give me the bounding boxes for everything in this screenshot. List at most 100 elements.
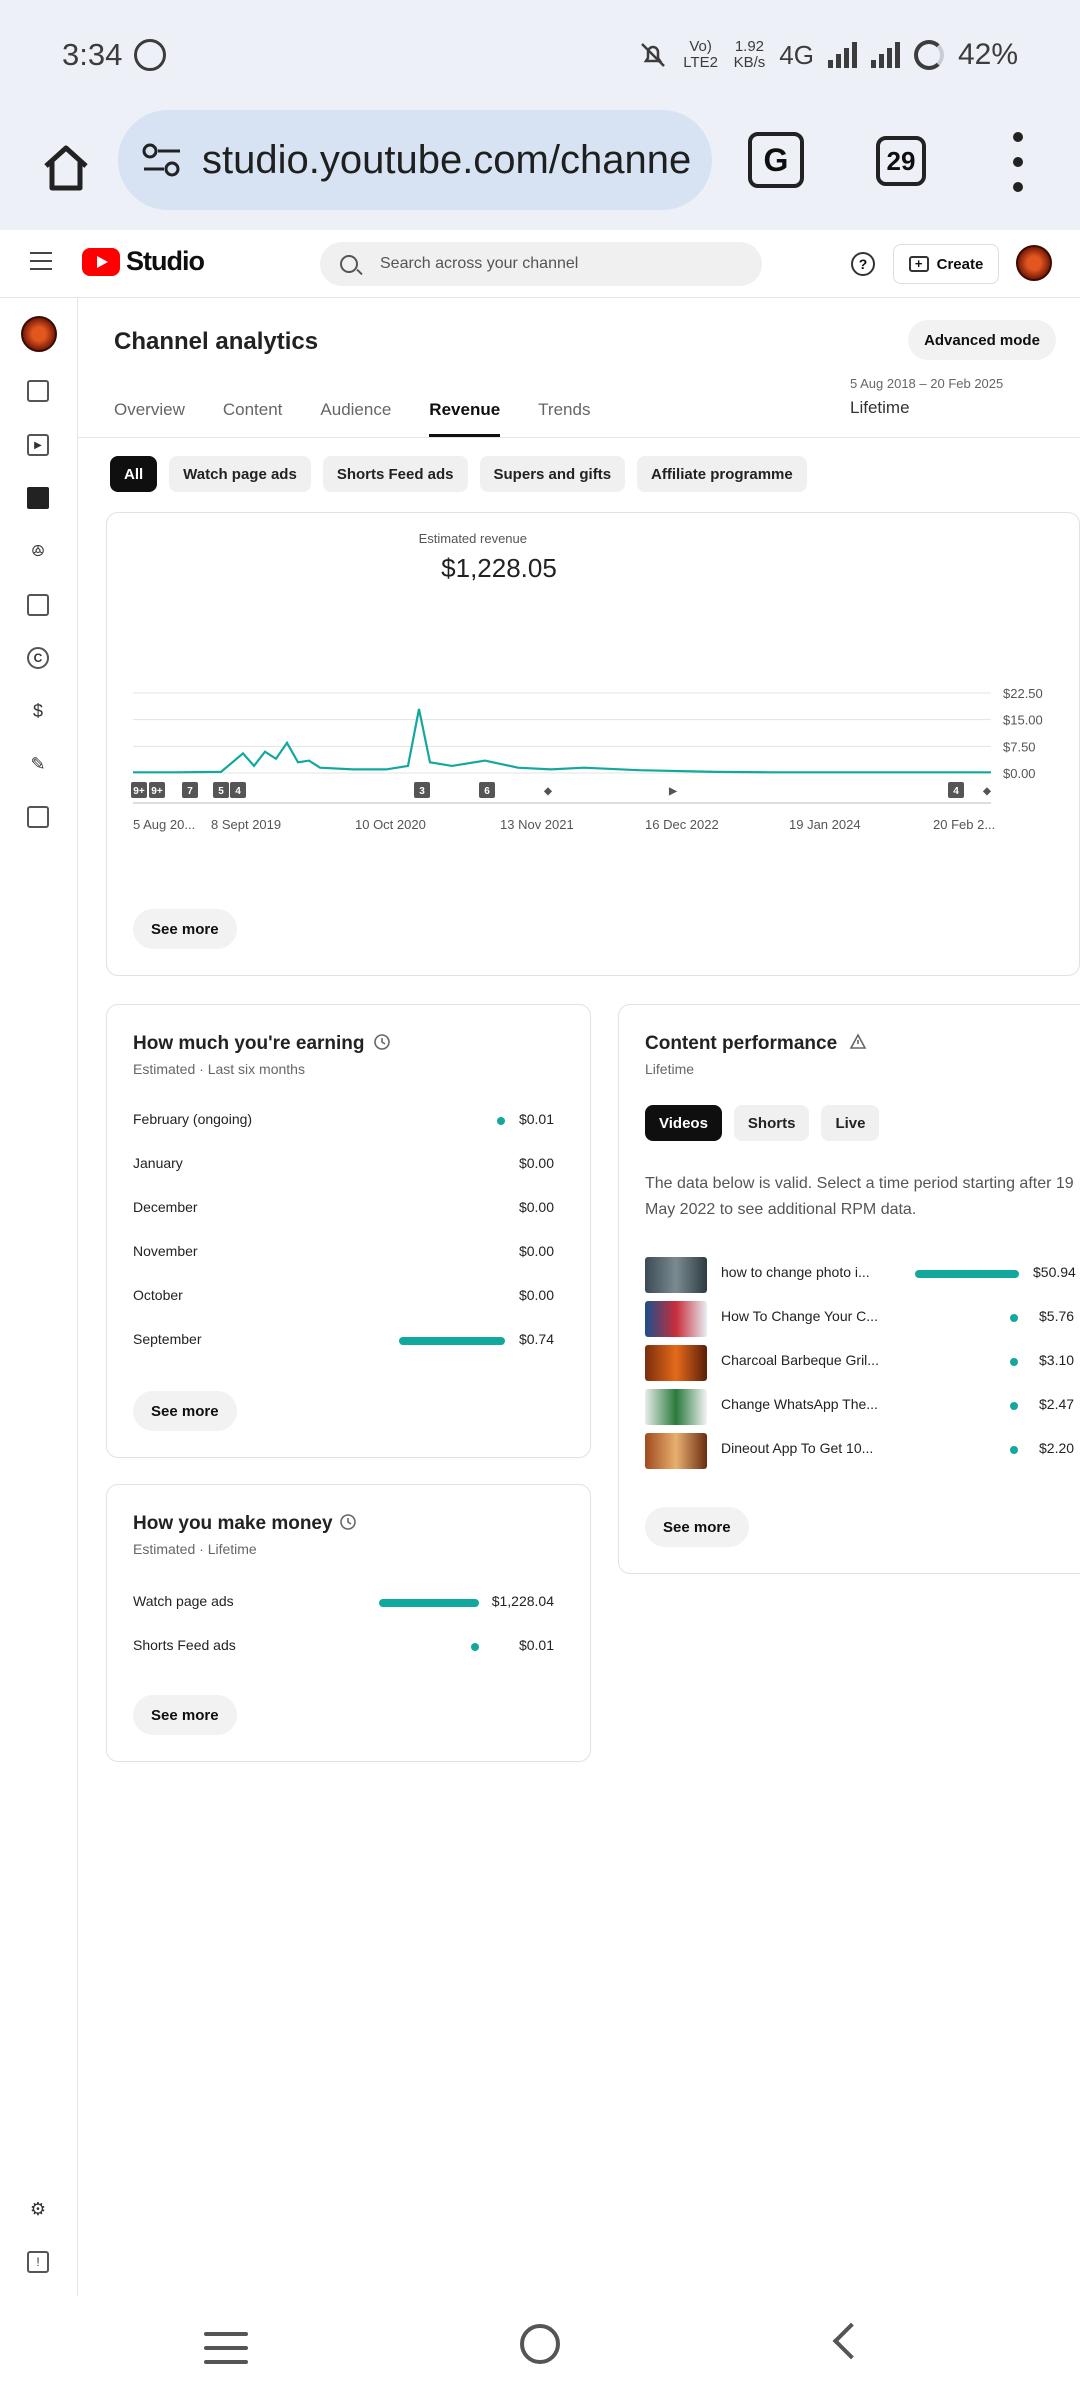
earning-value: $0.00	[518, 1243, 554, 1259]
chip-affiliate-programme[interactable]: Affiliate programme	[637, 456, 807, 492]
home-icon[interactable]	[36, 138, 96, 198]
content-icon[interactable]: ▶	[27, 434, 49, 456]
status-bar: 3:34 Vo) LTE2 1.92 KB/s 4G 42%	[0, 0, 1080, 110]
earning-dot	[497, 1117, 505, 1125]
copyright-icon[interactable]: C	[27, 647, 49, 669]
status-time: 3:34	[62, 37, 123, 72]
analytics-icon[interactable]	[27, 487, 49, 509]
timeline-marker[interactable]: 4	[948, 782, 964, 798]
browser-menu-icon[interactable]	[1010, 132, 1026, 192]
chip-shorts-feed-ads[interactable]: Shorts Feed ads	[322, 456, 468, 492]
whatsapp-icon	[134, 39, 167, 71]
info-icon[interactable]	[373, 1033, 391, 1051]
see-more-money-button[interactable]: See more	[133, 1695, 237, 1735]
site-settings-icon[interactable]	[140, 140, 184, 180]
svg-text:7: 7	[187, 786, 193, 797]
channel-avatar[interactable]	[21, 316, 57, 352]
earning-card: How much you're earning Estimated · Last…	[106, 1004, 591, 1458]
y-tick-label: $0.00	[1003, 766, 1036, 781]
content-dot	[1010, 1314, 1018, 1322]
video-title: Dineout App To Get 10...	[721, 1440, 874, 1456]
see-more-earning-button[interactable]: See more	[133, 1391, 237, 1431]
tabs-divider	[78, 437, 1080, 438]
x-tick-label: 16 Dec 2022	[645, 817, 719, 832]
tab-content[interactable]: Content	[223, 400, 283, 437]
tab-revenue[interactable]: Revenue	[429, 400, 501, 437]
url-bar[interactable]: studio.youtube.com/channe	[118, 110, 712, 210]
timeline-marker[interactable]: 4	[230, 782, 246, 798]
menu-icon[interactable]	[30, 252, 52, 270]
timeline-marker[interactable]: 5	[213, 782, 229, 798]
tab-audience[interactable]: Audience	[320, 400, 391, 437]
timeline-marker[interactable]: 7	[182, 782, 198, 798]
back-icon[interactable]	[832, 2322, 870, 2360]
search-input[interactable]: Search across your channel	[320, 242, 762, 286]
content-performance-card: Content performance Lifetime Videos Shor…	[618, 1004, 1080, 1574]
chip-all[interactable]: All	[110, 456, 158, 492]
android-nav-bar	[0, 2296, 1080, 2400]
timeline-marker[interactable]: 6	[479, 782, 495, 798]
home-nav-icon[interactable]	[520, 2324, 560, 2364]
page-title: Channel analytics	[114, 328, 319, 355]
subtitles-icon[interactable]	[27, 594, 49, 616]
x-tick-label: 19 Jan 2024	[789, 817, 861, 832]
audio-library-icon[interactable]	[27, 806, 49, 828]
earn-icon[interactable]: $	[27, 700, 49, 722]
money-value: $1,228.04	[491, 1593, 554, 1609]
money-value: $0.01	[518, 1637, 554, 1653]
chip-videos[interactable]: Videos	[645, 1105, 722, 1141]
x-tick-label: 10 Oct 2020	[355, 817, 426, 832]
timeline-marker[interactable]: ◆	[540, 782, 556, 798]
video-thumbnail	[645, 1433, 707, 1469]
advanced-mode-button[interactable]: Advanced mode	[908, 320, 1056, 360]
date-period-label[interactable]: Lifetime	[850, 398, 910, 418]
recents-icon[interactable]	[204, 2332, 248, 2364]
timeline-marker[interactable]: 3	[414, 782, 430, 798]
content-performance-title: Content performance	[645, 1033, 838, 1054]
earning-month: February (ongoing)	[133, 1111, 253, 1127]
network-type: 4G	[779, 39, 814, 70]
video-revenue: $2.47	[1039, 1396, 1075, 1412]
make-money-subtitle: Estimated · Lifetime	[133, 1541, 257, 1557]
date-range[interactable]: 5 Aug 2018 – 20 Feb 2025	[850, 376, 1003, 391]
timeline-marker[interactable]: ▶	[665, 782, 681, 798]
url-text: studio.youtube.com/channe	[202, 137, 692, 182]
see-more-revenue-button[interactable]: See more	[133, 909, 237, 949]
x-tick-label: 13 Nov 2021	[500, 817, 574, 832]
timeline-marker[interactable]: ◆	[979, 782, 995, 798]
help-icon[interactable]: ?	[851, 252, 875, 276]
svg-text:4: 4	[235, 786, 241, 797]
make-money-card: How you make money Estimated · Lifetime …	[106, 1484, 591, 1762]
warning-icon[interactable]	[849, 1033, 867, 1051]
timeline-marker[interactable]: 9+	[149, 782, 165, 798]
studio-header: Studio Search across your channel ? + Cr…	[0, 230, 1080, 298]
timeline-marker[interactable]: 9+	[131, 782, 147, 798]
account-avatar[interactable]	[1016, 245, 1052, 281]
network-small: Vo) LTE2	[683, 38, 718, 71]
create-button[interactable]: + Create	[893, 244, 999, 284]
tab-trends[interactable]: Trends	[538, 400, 590, 437]
video-title: How To Change Your C...	[721, 1308, 878, 1324]
x-tick-label: 8 Sept 2019	[211, 817, 281, 832]
video-revenue: $50.94	[1033, 1264, 1076, 1280]
make-money-title: How you make money	[133, 1513, 333, 1534]
content-dot	[1010, 1402, 1018, 1410]
feedback-icon[interactable]: !	[27, 2251, 49, 2273]
see-more-content-button[interactable]: See more	[645, 1507, 749, 1547]
chip-live[interactable]: Live	[821, 1105, 880, 1141]
video-revenue: $3.10	[1039, 1352, 1075, 1368]
chip-shorts[interactable]: Shorts	[733, 1105, 810, 1141]
info-icon[interactable]	[339, 1513, 357, 1531]
tab-switcher-button[interactable]: 29	[876, 136, 926, 186]
revenue-chart[interactable]: $22.50$15.00$7.50$0.009+ 9+ 7 5 4 3 6 ◆ ▶ 4 ◆5 Aug…	[107, 673, 1080, 933]
svg-text:◆: ◆	[543, 786, 552, 797]
chip-supers-and-gifts[interactable]: Supers and gifts	[479, 456, 626, 492]
settings-icon[interactable]: ⚙	[27, 2198, 49, 2220]
customization-icon[interactable]: ✎	[27, 753, 49, 775]
chip-watch-page-ads[interactable]: Watch page ads	[169, 456, 311, 492]
dashboard-icon[interactable]	[27, 380, 49, 402]
tab-overview[interactable]: Overview	[114, 400, 185, 437]
translate-icon[interactable]: G	[748, 132, 804, 188]
studio-logo[interactable]: Studio	[82, 246, 205, 277]
revenue-series-line	[133, 708, 991, 774]
